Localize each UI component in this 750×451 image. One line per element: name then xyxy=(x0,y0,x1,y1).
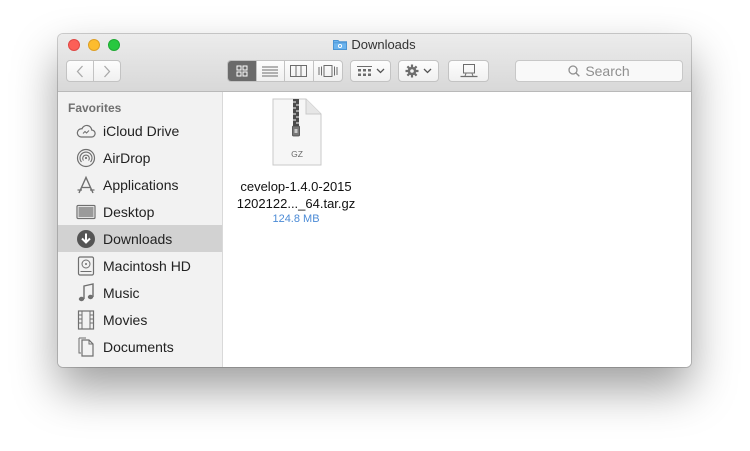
sidebar-item-label: Documents xyxy=(103,338,174,355)
chevron-down-icon xyxy=(423,68,432,74)
search-placeholder: Search xyxy=(585,63,630,79)
list-view-button[interactable] xyxy=(257,61,285,81)
music-note-icon xyxy=(76,282,96,303)
chevron-left-icon xyxy=(76,65,83,77)
applications-icon xyxy=(76,175,96,195)
search-icon xyxy=(568,65,581,77)
title-bar: Downloads Search xyxy=(58,34,691,92)
gear-icon xyxy=(405,64,419,78)
file-name-line: 1202122..._64.tar.gz xyxy=(236,196,356,211)
list-icon xyxy=(262,66,279,76)
sidebar-item-applications[interactable]: Applications xyxy=(58,171,222,198)
window-title: Downloads xyxy=(58,37,691,53)
file-type-badge: GZ xyxy=(291,149,303,159)
documents-icon xyxy=(76,337,96,357)
sidebar-item-downloads[interactable]: Downloads xyxy=(58,225,222,252)
sidebar-item-music[interactable]: Music xyxy=(58,279,222,306)
folder-icon xyxy=(333,40,348,50)
file-browser-content: GZ cevelop-1.4.0-2015 1202122..._64.tar.… xyxy=(223,92,691,367)
sidebar-item-icloud-drive[interactable]: iCloud Drive xyxy=(58,117,222,144)
icon-view-button[interactable] xyxy=(228,61,257,81)
desktop-icon xyxy=(76,202,96,222)
sidebar-item-label: Music xyxy=(103,284,140,301)
sidebar-item-label: Movies xyxy=(103,311,148,328)
back-button[interactable] xyxy=(67,61,93,81)
column-view-button[interactable] xyxy=(285,61,314,81)
sidebar-item-macintosh-hd[interactable]: Macintosh HD xyxy=(58,252,222,279)
sidebar-item-label: iCloud Drive xyxy=(103,122,180,139)
sidebar-item-label: Downloads xyxy=(103,230,173,247)
navigation-buttons xyxy=(66,60,121,82)
sidebar-item-label: AirDrop xyxy=(103,149,151,166)
columns-icon xyxy=(290,65,308,77)
file-size: 124.8 MB xyxy=(272,213,320,225)
chevron-right-icon xyxy=(104,65,111,77)
film-icon xyxy=(76,309,96,330)
forward-button[interactable] xyxy=(94,61,120,81)
action-button[interactable] xyxy=(398,60,439,82)
file-name-line: cevelop-1.4.0-2015 xyxy=(240,179,352,194)
arrange-grid-icon xyxy=(356,65,372,76)
sidebar-item-airdrop[interactable]: AirDrop xyxy=(58,144,222,171)
sidebar-item-label: Desktop xyxy=(103,203,155,220)
sidebar-item-label: Applications xyxy=(103,176,179,193)
sidebar: Favorites iCloud Drive AirDrop Applicati… xyxy=(58,92,223,367)
share-monitor-icon xyxy=(460,64,477,78)
file-name: cevelop-1.4.0-2015 1202122..._64.tar.gz xyxy=(223,178,369,212)
arrange-button[interactable] xyxy=(350,60,391,82)
hard-drive-icon xyxy=(76,255,96,276)
search-field[interactable]: Search xyxy=(515,60,683,82)
downloads-icon xyxy=(76,229,96,249)
share-button[interactable] xyxy=(448,60,489,82)
cloud-icon xyxy=(76,121,96,141)
sidebar-item-movies[interactable]: Movies xyxy=(58,306,222,333)
sidebar-item-desktop[interactable]: Desktop xyxy=(58,198,222,225)
airdrop-icon xyxy=(76,148,96,168)
sidebar-item-label: Macintosh HD xyxy=(103,257,191,274)
cover-flow-icon xyxy=(318,65,338,77)
window-title-text: Downloads xyxy=(351,37,416,52)
chevron-down-icon xyxy=(376,68,384,74)
zip-archive-icon: GZ xyxy=(272,98,322,166)
finder-window: Downloads Search Favorites iCloud Drive … xyxy=(58,34,691,367)
sidebar-item-documents[interactable]: Documents xyxy=(58,333,222,360)
view-mode-switcher xyxy=(227,60,343,82)
cover-flow-button[interactable] xyxy=(314,61,342,81)
icon-grid-icon xyxy=(236,65,248,77)
sidebar-section-heading: Favorites xyxy=(68,101,122,115)
